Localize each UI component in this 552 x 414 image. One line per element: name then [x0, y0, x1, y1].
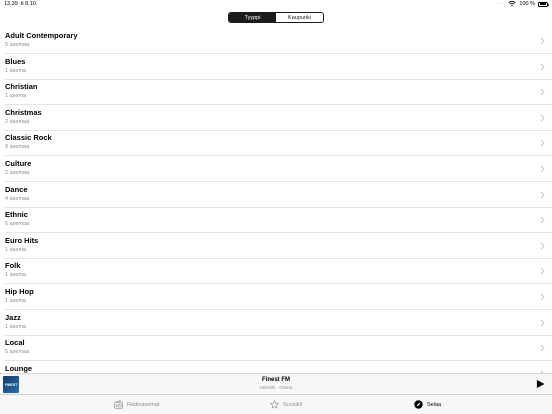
- chevron-right-icon: [540, 140, 545, 147]
- genre-row[interactable]: Jazz 1 asema: [0, 310, 552, 336]
- status-right: ···· 100 %: [496, 1, 550, 7]
- compass-icon: [414, 400, 423, 409]
- chevron-right-icon: [540, 37, 545, 45]
- genre-title: Euro Hits: [5, 235, 39, 245]
- genre-title: Christmas: [5, 107, 42, 117]
- tab-favorites[interactable]: Suosikit: [270, 400, 302, 409]
- wifi-icon: [508, 1, 517, 7]
- chevron-right-icon: [540, 165, 545, 173]
- genre-row[interactable]: Local 5 asemaa: [0, 335, 552, 361]
- genre-title: Folk: [5, 261, 21, 271]
- now-playing-bar[interactable]: FINEST Finest FM Helsinki · Online: [0, 373, 552, 394]
- tab-browse[interactable]: Selaa: [414, 400, 441, 409]
- now-playing-station: Finest FM: [262, 377, 290, 383]
- battery-percent: 100 %: [519, 1, 535, 7]
- segment-type[interactable]: Tyyppi: [229, 13, 276, 22]
- status-date: ti 8.10.: [20, 1, 38, 7]
- genre-row[interactable]: Christmas 2 asemaa: [0, 105, 552, 131]
- genre-station-count: 2 asemaa: [5, 118, 30, 125]
- genre-row[interactable]: Adult Contemporary 5 asemaa: [0, 28, 552, 54]
- genre-station-count: 1 asema: [5, 323, 27, 330]
- genre-title: Hip Hop: [5, 286, 34, 296]
- genre-row[interactable]: Folk 1 asema: [0, 258, 552, 284]
- chevron-right-icon: [540, 293, 545, 301]
- genre-row[interactable]: Culture 2 asemaa: [0, 156, 552, 182]
- genre-title: Lounge: [5, 363, 33, 373]
- genre-station-count: 5 asemaa: [5, 349, 30, 356]
- genre-row[interactable]: Euro Hits 1 asema: [0, 233, 552, 259]
- genre-row[interactable]: Christian 1 asema: [0, 79, 552, 105]
- tab-favorites-label: Suosikit: [283, 401, 303, 408]
- tab-browse-label: Selaa: [427, 401, 442, 408]
- chevron-right-icon: [540, 191, 545, 198]
- chevron-right-icon: [540, 114, 545, 122]
- genre-station-count: 5 asemaa: [5, 42, 30, 48]
- genre-row[interactable]: Blues 1 asema: [0, 54, 552, 80]
- radio-icon: [114, 400, 123, 409]
- genre-station-count: 1 asema: [5, 246, 27, 253]
- genre-station-count: 1 asema: [5, 297, 27, 304]
- genre-station-count: 2 asemaa: [5, 169, 30, 176]
- genre-title: Christian: [5, 82, 38, 92]
- chevron-right-icon: [540, 344, 545, 352]
- genre-station-count: 4 asemaa: [5, 195, 30, 202]
- signal-dots-icon: ····: [496, 1, 506, 7]
- genre-row[interactable]: Dance 4 asemaa: [0, 182, 552, 208]
- status-left: 13.39 ti 8.10.: [4, 1, 37, 7]
- tab-radio-stations[interactable]: Radioasemat: [114, 400, 159, 409]
- genre-station-count: 1 asema: [5, 67, 27, 74]
- chevron-right-icon: [540, 63, 545, 70]
- type-city-segmented-control[interactable]: Tyyppi Kaupunki: [228, 12, 324, 23]
- chevron-right-icon: [540, 242, 545, 250]
- genre-row[interactable]: Classic Rock 8 asemaa: [0, 130, 552, 156]
- genre-row[interactable]: Ethnic 6 asemaa: [0, 207, 552, 233]
- now-playing-subtitle: Helsinki · Online: [259, 385, 293, 390]
- status-time: 13.39: [4, 1, 18, 7]
- genre-station-count: 8 asemaa: [5, 144, 30, 151]
- genre-title: Classic Rock: [5, 133, 52, 143]
- status-bar: 13.39 ti 8.10. ···· 100 %: [0, 0, 552, 10]
- chevron-right-icon: [540, 268, 545, 275]
- genre-station-count: 1 asema: [5, 93, 27, 100]
- genre-title: Adult Contemporary: [5, 31, 78, 40]
- battery-icon: [538, 1, 550, 7]
- genre-title: Culture: [5, 158, 32, 168]
- genre-title: Local: [5, 338, 25, 348]
- tab-bar: Radioasemat Suosikit Selaa: [0, 394, 552, 414]
- genre-row[interactable]: Hip Hop 1 asema: [0, 284, 552, 310]
- tab-radio-stations-label: Radioasemat: [127, 401, 160, 408]
- chevron-right-icon: [540, 319, 545, 326]
- play-icon[interactable]: [536, 379, 545, 389]
- genre-list: Adult Contemporary 5 asemaa Blues 1 asema Ch…: [0, 28, 552, 387]
- chevron-right-icon: [540, 88, 545, 96]
- chevron-right-icon: [540, 216, 545, 224]
- genre-title: Dance: [5, 184, 28, 194]
- genre-station-count: 6 asemaa: [5, 221, 30, 228]
- genre-title: Blues: [5, 56, 26, 66]
- star-icon: [270, 400, 279, 409]
- genre-title: Ethnic: [5, 210, 28, 220]
- segment-city[interactable]: Kaupunki: [276, 13, 323, 22]
- genre-title: Jazz: [5, 312, 21, 322]
- genre-station-count: 1 asema: [5, 272, 27, 279]
